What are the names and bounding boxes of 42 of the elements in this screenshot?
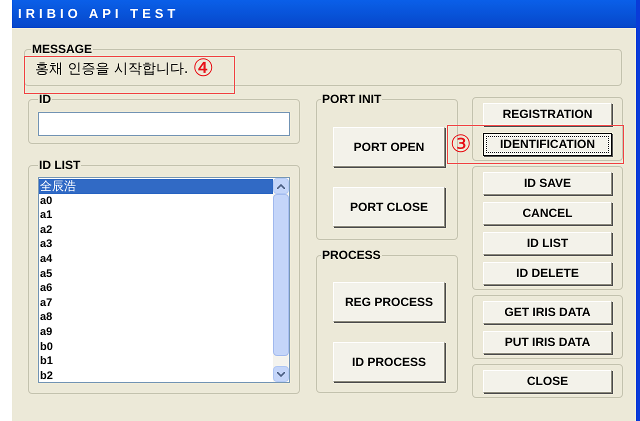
group-label: PROCESS: [321, 247, 382, 264]
group-label: ID: [38, 91, 52, 108]
command-button[interactable]: ID LIST: [483, 232, 612, 254]
id-input-field[interactable]: [38, 112, 290, 136]
command-button[interactable]: REG PROCESS: [333, 282, 445, 322]
command-button[interactable]: GET IRIS DATA: [483, 300, 612, 324]
scroll-thumb[interactable]: [273, 194, 289, 356]
list-item[interactable]: a2: [39, 222, 273, 238]
command-button[interactable]: ID DELETE: [483, 262, 612, 284]
command-button[interactable]: PORT OPEN: [333, 127, 445, 167]
list-item[interactable]: a0: [39, 194, 273, 208]
id-listbox[interactable]: 全辰浩 a0 a1 a2 a3 a4 a5 a6 a7 a8 a9 b0 b1 b2: [38, 177, 290, 383]
command-button[interactable]: ID PROCESS: [333, 342, 445, 382]
group-label: PORT INIT: [321, 91, 382, 108]
command-button[interactable]: CANCEL: [483, 202, 612, 224]
list-item[interactable]: b2: [39, 368, 273, 384]
message-text: 홍채 인증을 시작합니다.: [35, 60, 188, 78]
callout-number: ④: [192, 56, 214, 82]
callout-number: ③: [450, 132, 472, 158]
list-item[interactable]: a7: [39, 296, 273, 310]
group-label: MESSAGE: [31, 41, 94, 58]
scroll-up-button[interactable]: [273, 178, 289, 194]
scrollbar[interactable]: [273, 178, 289, 382]
list-item[interactable]: a5: [39, 266, 273, 282]
command-button[interactable]: PORT CLOSE: [333, 187, 445, 227]
list-item[interactable]: a6: [39, 281, 273, 296]
list-item[interactable]: b0: [39, 340, 273, 354]
list-item[interactable]: a4: [39, 252, 273, 267]
command-button[interactable]: CLOSE: [483, 370, 612, 392]
scroll-down-button[interactable]: [273, 366, 289, 382]
list-item[interactable]: a1: [39, 208, 273, 223]
command-button[interactable]: PUT IRIS DATA: [483, 330, 612, 354]
command-button[interactable]: IDENTIFICATION: [483, 132, 612, 156]
window-title: IRIBIO API TEST: [18, 5, 180, 24]
list-item[interactable]: a8: [39, 310, 273, 325]
group-label: ID LIST: [38, 157, 82, 174]
command-button[interactable]: ID SAVE: [483, 172, 612, 194]
list-item[interactable]: 全辰浩: [39, 179, 273, 194]
list-item[interactable]: a9: [39, 324, 273, 340]
list-item[interactable]: b1: [39, 354, 273, 369]
list-item[interactable]: a3: [39, 237, 273, 252]
command-button[interactable]: REGISTRATION: [483, 102, 612, 126]
